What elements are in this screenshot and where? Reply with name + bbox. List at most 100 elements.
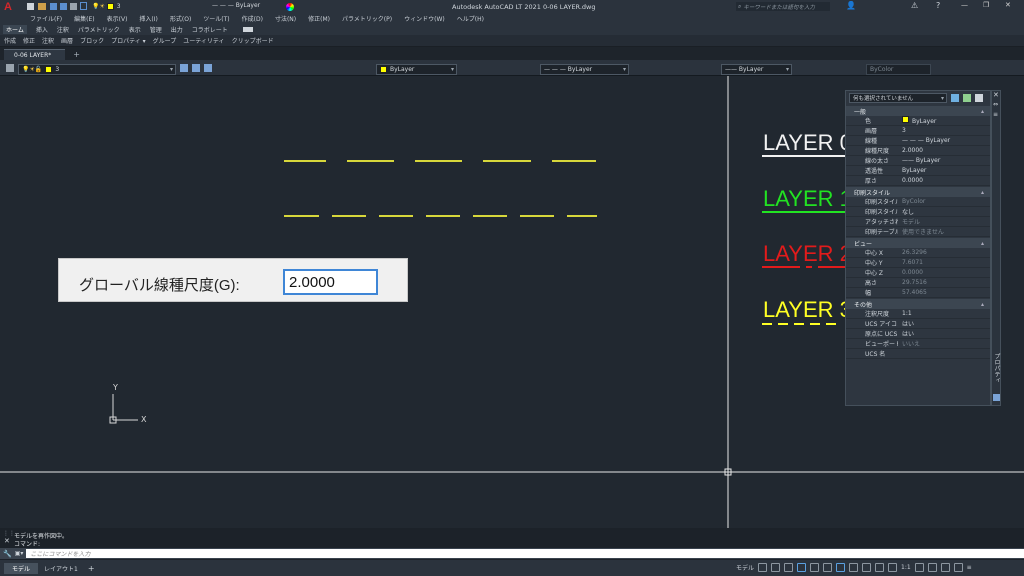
select-objects-icon[interactable] xyxy=(963,94,971,102)
grid-icon[interactable] xyxy=(758,563,768,572)
tab-insert[interactable]: 挿入 xyxy=(36,25,48,34)
property-row[interactable]: 中心 Y 7.6071 xyxy=(846,258,990,268)
property-row[interactable]: 画層 3 xyxy=(846,126,990,136)
add-layout-button[interactable]: + xyxy=(88,564,95,573)
layout-tab-layout1[interactable]: レイアウト1 xyxy=(38,563,84,574)
properties-section-header[interactable]: 印刷スタイル ▴ xyxy=(846,187,990,197)
match-layer-icon[interactable] xyxy=(192,64,200,72)
close-button[interactable]: ✕ xyxy=(1005,1,1011,9)
polar-icon[interactable] xyxy=(797,563,807,572)
previous-layer-icon[interactable] xyxy=(204,64,212,72)
share-icon[interactable]: ⚠ xyxy=(911,1,918,10)
color-dropdown[interactable]: ByLayer ▾ xyxy=(376,64,457,75)
palette-autohide-icon[interactable]: ⇔ xyxy=(993,101,998,108)
property-row[interactable]: 幅 57.4065 xyxy=(846,288,990,298)
quick-access-undo-icon[interactable] xyxy=(80,2,87,10)
layer-properties-icon[interactable] xyxy=(6,64,14,72)
tab-home[interactable]: ホーム xyxy=(3,25,27,34)
property-row[interactable]: 中心 Z 0.0000 xyxy=(846,268,990,278)
panel-clipboard[interactable]: クリップボード xyxy=(232,36,274,45)
isolate-objects-icon[interactable] xyxy=(940,563,950,572)
menu-modify[interactable]: 修正(M) xyxy=(308,14,330,23)
file-tab[interactable]: 0-06 LAYER* xyxy=(4,49,66,60)
transparency-icon[interactable] xyxy=(862,563,872,572)
property-row[interactable]: 線種 — — — ByLayer xyxy=(846,136,990,146)
workspace-gear-icon[interactable] xyxy=(914,563,924,572)
property-row[interactable]: 原点に UCS アイ... はい xyxy=(846,329,990,339)
annotation-visibility-icon[interactable] xyxy=(888,563,898,572)
tab-collaborate[interactable]: コラボレート xyxy=(192,25,228,34)
property-row[interactable]: 印刷スタイル ByColor xyxy=(846,197,990,207)
global-linetype-scale-input[interactable]: 2.0000 xyxy=(283,269,378,295)
quick-select-icon[interactable] xyxy=(975,94,983,102)
quick-access-save-icon[interactable] xyxy=(50,3,57,10)
menu-insert[interactable]: 挿入(I) xyxy=(139,14,157,23)
selection-cycling-icon[interactable] xyxy=(875,563,885,572)
properties-section-header[interactable]: 一般 ▴ xyxy=(846,106,990,116)
quick-access-new-icon[interactable] xyxy=(27,3,34,10)
panel-groups[interactable]: グループ xyxy=(153,36,177,45)
menu-tools[interactable]: ツール(T) xyxy=(203,14,229,23)
property-row[interactable]: アタッチされた印... モデル xyxy=(846,217,990,227)
panel-annotation[interactable]: 注釈 xyxy=(42,36,54,45)
make-current-layer-icon[interactable] xyxy=(180,64,188,72)
customize-icon[interactable]: 🔧 xyxy=(3,550,12,558)
layer-dropdown[interactable]: 💡☀🔓 3 ▾ xyxy=(18,64,176,75)
property-row[interactable]: 透過性 ByLayer xyxy=(846,166,990,176)
file-tab-add-button[interactable]: + xyxy=(73,50,80,59)
toggle-pickadd-icon[interactable] xyxy=(951,94,959,102)
menu-parametric[interactable]: パラメトリック(P) xyxy=(342,14,392,23)
menu-help[interactable]: ヘルプ(H) xyxy=(457,14,484,23)
properties-section-header[interactable]: その他 ▴ xyxy=(846,299,990,309)
menu-view[interactable]: 表示(V) xyxy=(107,14,128,23)
sign-in-icon[interactable]: 👤 xyxy=(846,1,856,10)
lineweight-icon[interactable] xyxy=(849,563,859,572)
property-row[interactable]: 中心 X 26.3296 xyxy=(846,248,990,258)
isodraft-icon[interactable] xyxy=(810,563,820,572)
maximize-button[interactable]: ❐ xyxy=(983,1,989,9)
panel-block[interactable]: ブロック xyxy=(80,36,104,45)
tab-parametric[interactable]: パラメトリック xyxy=(78,25,120,34)
property-row[interactable]: 高さ 29.7516 xyxy=(846,278,990,288)
menu-edit[interactable]: 編集(E) xyxy=(74,14,94,23)
menu-file[interactable]: ファイル(F) xyxy=(30,14,62,23)
panel-utilities[interactable]: ユーティリティ xyxy=(183,36,224,45)
command-close-icon[interactable]: ✕ xyxy=(4,537,10,545)
property-row[interactable]: 印刷テーブルのタ... 使用できません xyxy=(846,227,990,237)
menu-format[interactable]: 形式(O) xyxy=(170,14,191,23)
property-row[interactable]: UCS 名 xyxy=(846,349,990,359)
menu-draw[interactable]: 作成(D) xyxy=(242,14,263,23)
panel-modify[interactable]: 修正 xyxy=(23,36,35,45)
selection-dropdown[interactable]: 何も選択されていません ▾ xyxy=(849,93,947,103)
quick-access-saveas-icon[interactable] xyxy=(60,3,67,10)
palette-close-icon[interactable]: ✕ xyxy=(993,91,999,99)
minimize-button[interactable]: — xyxy=(961,1,968,9)
ribbon-toggle-icon[interactable] xyxy=(242,27,253,32)
panel-properties[interactable]: プロパティ ▾ xyxy=(111,36,146,45)
panel-draw[interactable]: 作成 xyxy=(4,36,16,45)
linetype-dropdown[interactable]: — — — ByLayer ▾ xyxy=(540,64,629,75)
property-row[interactable]: 色 ByLayer xyxy=(846,116,990,126)
menu-window[interactable]: ウィンドウ(W) xyxy=(404,14,445,23)
ortho-icon[interactable] xyxy=(784,563,794,572)
tab-output[interactable]: 出力 xyxy=(171,25,183,34)
menu-dimension[interactable]: 寸法(N) xyxy=(275,14,296,23)
panel-layers[interactable]: 画層 xyxy=(61,36,73,45)
recent-commands-icon[interactable]: ▣▾ xyxy=(15,550,24,557)
tab-manage[interactable]: 管理 xyxy=(150,25,162,34)
customization-menu-icon[interactable]: ≡ xyxy=(967,564,972,571)
quick-access-open-icon[interactable] xyxy=(38,3,46,10)
osnap-icon[interactable] xyxy=(836,563,846,572)
property-row[interactable]: UCS アイコン オンはい xyxy=(846,319,990,329)
property-row[interactable]: 印刷スタイル テ... なし xyxy=(846,207,990,217)
qa-layer-combo[interactable]: 💡☀ 3 xyxy=(92,2,202,11)
property-row[interactable]: 線種尺度 2.0000 xyxy=(846,146,990,156)
tab-annotate[interactable]: 注釈 xyxy=(57,25,69,34)
drawing-canvas[interactable]: Y X LAYER 0 LAYER 1 LAYER 2 LAYER 3 グローバ… xyxy=(0,76,1024,528)
app-logo-icon[interactable]: A xyxy=(4,1,12,13)
property-row[interactable]: ビューポートごとの... いいえ xyxy=(846,339,990,349)
annotation-scale[interactable]: 1:1 xyxy=(901,564,911,571)
property-row[interactable]: 線の太さ —— ByLayer xyxy=(846,156,990,166)
properties-section-header[interactable]: ビュー ▴ xyxy=(846,238,990,248)
command-input[interactable]: ここにコマンドを入力 xyxy=(26,549,1024,558)
